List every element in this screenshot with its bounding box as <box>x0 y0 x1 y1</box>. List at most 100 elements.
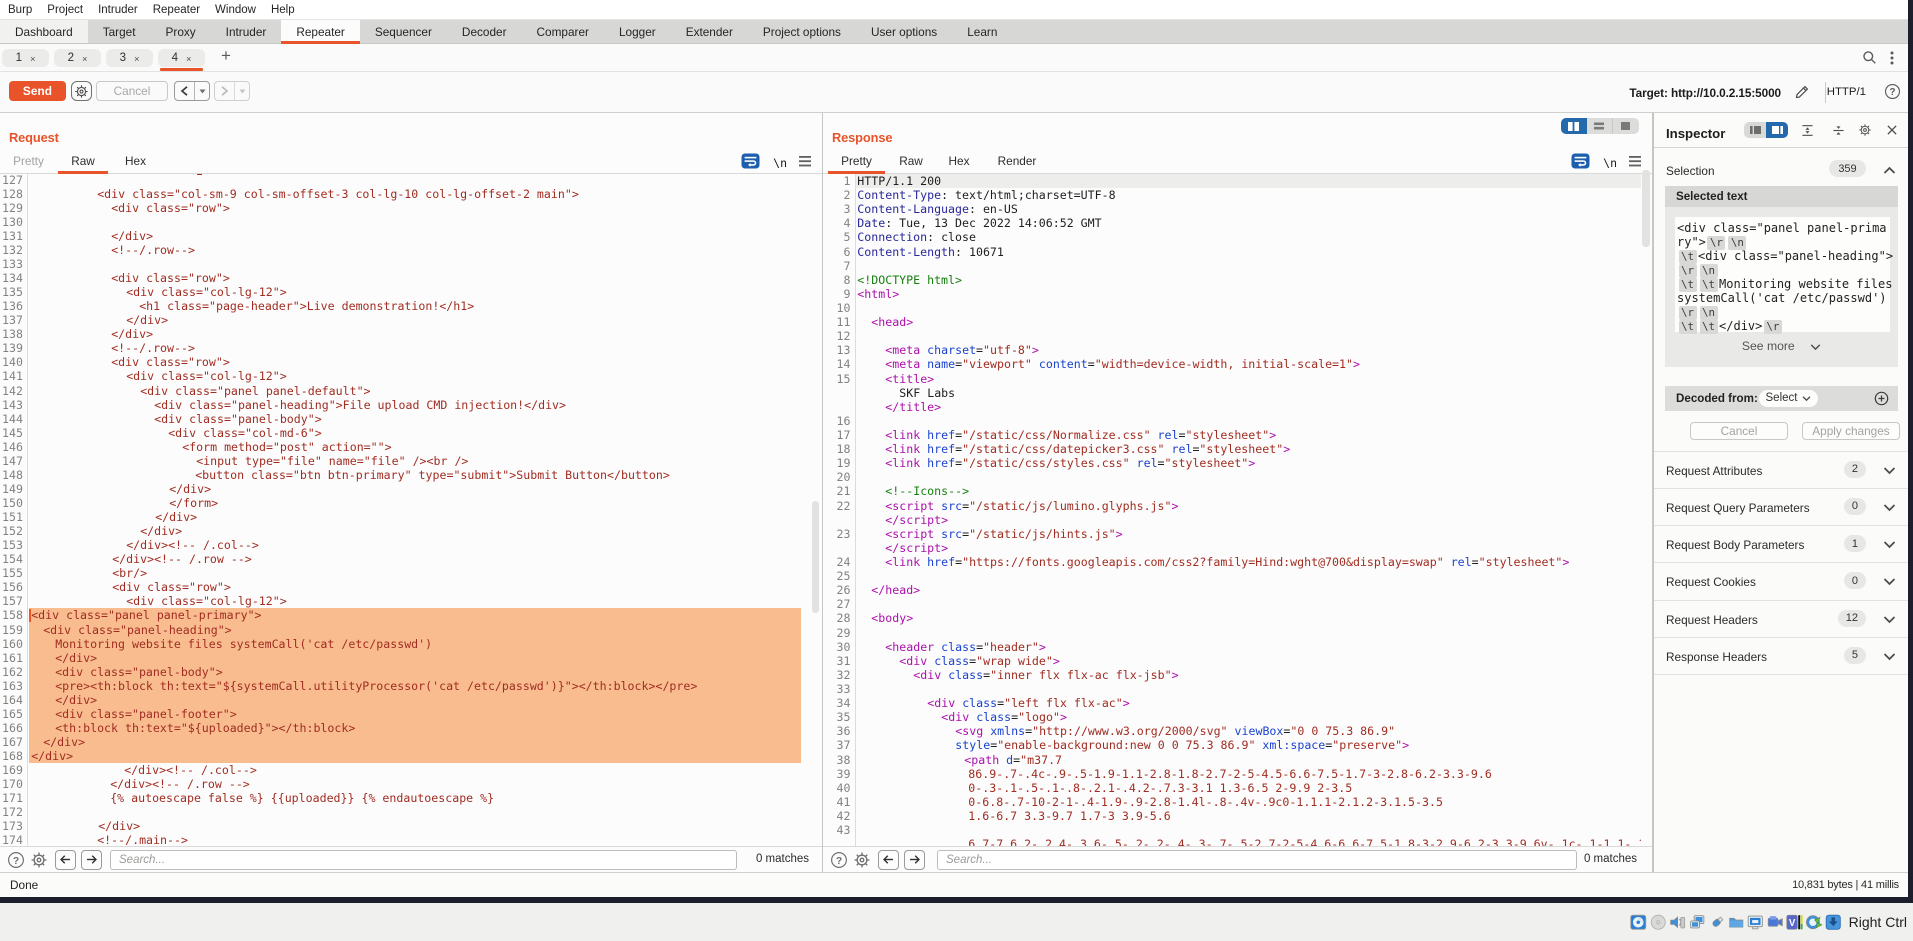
view-tab-hex[interactable]: Hex <box>112 149 159 173</box>
tab-comparer[interactable]: Comparer <box>522 20 604 43</box>
tab-dashboard[interactable]: Dashboard <box>0 20 88 43</box>
request-scrollbar[interactable] <box>812 500 820 614</box>
request-settings-gear-button[interactable] <box>71 81 92 101</box>
search-settings-gear-icon[interactable] <box>853 851 871 869</box>
forward-button[interactable] <box>214 81 250 101</box>
request-menu-icon[interactable] <box>799 156 811 167</box>
close-tab-icon[interactable]: × <box>30 53 35 64</box>
response-editor[interactable]: 1 HTTP/1.1 200 2 Content-Type: text/html;ch… <box>823 173 1641 846</box>
code-text: {% autoescape false %} {{uploaded}} {% e… <box>110 791 495 806</box>
inspector-section-request-query-parameters[interactable]: Request Query Parameters 0 <box>1654 489 1908 527</box>
section-expand-chevron-icon[interactable] <box>1883 577 1896 586</box>
add-tab-button[interactable]: + <box>221 47 231 64</box>
view-tab-render[interactable]: Render <box>985 149 1049 173</box>
layout-columns-button[interactable] <box>1560 118 1587 134</box>
layout-rows-button[interactable] <box>1586 118 1613 134</box>
send-button[interactable]: Send <box>9 81 66 101</box>
inspector-close-icon[interactable] <box>1886 124 1898 136</box>
section-expand-chevron-icon[interactable] <box>1883 466 1896 475</box>
tab-project-options[interactable]: Project options <box>748 20 856 43</box>
view-tab-pretty[interactable]: Pretty <box>4 149 53 173</box>
help-icon[interactable] <box>1884 83 1901 100</box>
decoded-from-select[interactable]: Select <box>1759 389 1818 407</box>
tab-proxy[interactable]: Proxy <box>151 20 211 43</box>
repeater-tab-1[interactable]: 1 × <box>2 49 49 67</box>
see-more-link[interactable]: See more <box>1665 339 1898 353</box>
layout-single-button[interactable] <box>1612 118 1639 134</box>
tab-logger[interactable]: Logger <box>604 20 671 43</box>
inspector-apply-button[interactable]: Apply changes <box>1802 421 1900 440</box>
section-expand-chevron-icon[interactable] <box>1883 615 1896 624</box>
inspector-section-request-body-parameters[interactable]: Request Body Parameters 1 <box>1654 526 1908 564</box>
view-tab-hex[interactable]: Hex <box>936 149 982 173</box>
request-nl-toggle[interactable]: \n <box>773 156 787 170</box>
collapse-all-icon[interactable] <box>1832 124 1845 137</box>
expand-all-icon[interactable] <box>1801 124 1814 137</box>
selected-text-box[interactable]: <div class="panel panel-prima ry"> \r \n \t <… <box>1674 217 1893 334</box>
search-help-icon[interactable] <box>830 851 848 869</box>
menu-item-repeater[interactable]: Repeater <box>146 4 207 16</box>
edit-target-pencil-icon[interactable] <box>1794 83 1811 100</box>
code-text: <!--/.row--> <box>111 341 195 356</box>
tab-user-options[interactable]: User options <box>856 20 952 43</box>
menu-item-intruder[interactable]: Intruder <box>91 4 145 16</box>
section-expand-chevron-icon[interactable] <box>1883 540 1896 549</box>
search-help-icon[interactable] <box>7 851 25 869</box>
search-prev-button[interactable] <box>55 849 76 870</box>
back-button[interactable] <box>174 81 210 101</box>
search-next-button[interactable] <box>81 849 102 870</box>
search-input[interactable]: Search... <box>937 849 1577 870</box>
line-number: 2 <box>843 188 851 203</box>
tab-decoder[interactable]: Decoder <box>447 20 522 43</box>
add-decoder-plus-icon[interactable] <box>1874 391 1889 406</box>
search-input[interactable]: Search... <box>110 849 737 870</box>
inspector-section-response-headers[interactable]: Response Headers 5 <box>1654 638 1908 676</box>
menu-item-burp[interactable]: Burp <box>1 4 39 16</box>
search-prev-button[interactable] <box>878 849 899 870</box>
request-editor[interactable]: 127 128 <div class="col-sm-9 col-sm-offset… <box>0 173 801 846</box>
inspector-cancel-button[interactable]: Cancel <box>1690 421 1788 440</box>
forward-dropdown-arrow[interactable] <box>235 89 249 94</box>
search-settings-gear-icon[interactable] <box>30 851 48 869</box>
inspector-dock-left-button[interactable] <box>1744 122 1766 138</box>
view-tab-raw[interactable]: Raw <box>889 149 933 173</box>
menu-item-window[interactable]: Window <box>208 4 263 16</box>
tab-target[interactable]: Target <box>88 20 151 43</box>
code-line-145: 145 <div class="col-md-6"> <box>0 426 801 440</box>
cancel-button[interactable]: Cancel <box>96 81 168 101</box>
http-version-label[interactable]: HTTP/1 <box>1827 86 1866 98</box>
close-tab-icon[interactable]: × <box>82 53 87 64</box>
response-nl-toggle[interactable]: \n <box>1603 156 1617 170</box>
menu-item-project[interactable]: Project <box>40 4 90 16</box>
close-tab-icon[interactable]: × <box>134 53 139 64</box>
search-next-button[interactable] <box>904 849 925 870</box>
inspector-section-request-attributes[interactable]: Request Attributes 2 <box>1654 452 1908 489</box>
view-tab-raw[interactable]: Raw <box>57 149 109 174</box>
back-dropdown-arrow[interactable] <box>195 89 209 94</box>
response-scrollbar[interactable] <box>1641 169 1650 247</box>
inspector-dock-right-button[interactable] <box>1766 122 1788 138</box>
inspector-section-request-cookies[interactable]: Request Cookies 0 <box>1654 563 1908 601</box>
search-icon[interactable] <box>1862 50 1877 65</box>
section-expand-chevron-icon[interactable] <box>1883 503 1896 512</box>
view-tab-pretty[interactable]: Pretty <box>827 149 886 174</box>
kebab-menu-icon[interactable] <box>1890 51 1894 65</box>
inspector-settings-gear-icon[interactable] <box>1858 123 1872 137</box>
tab-intruder[interactable]: Intruder <box>211 20 282 43</box>
selection-collapse-chevron-icon[interactable] <box>1883 166 1896 175</box>
request-wrap-toggle[interactable] <box>741 153 760 169</box>
tab-sequencer[interactable]: Sequencer <box>360 20 447 43</box>
tab-extender[interactable]: Extender <box>671 20 748 43</box>
selection-section-label[interactable]: Selection <box>1666 164 1715 178</box>
repeater-tab-4[interactable]: 4 × <box>158 49 205 71</box>
menu-item-help[interactable]: Help <box>264 4 302 16</box>
response-wrap-toggle[interactable] <box>1571 153 1590 169</box>
repeater-tab-2[interactable]: 2 × <box>54 49 101 67</box>
section-expand-chevron-icon[interactable] <box>1883 652 1896 661</box>
response-menu-icon[interactable] <box>1629 156 1641 167</box>
repeater-tab-3[interactable]: 3 × <box>106 49 153 67</box>
close-tab-icon[interactable]: × <box>186 53 191 64</box>
tab-learn[interactable]: Learn <box>952 20 1012 43</box>
inspector-section-request-headers[interactable]: Request Headers 12 <box>1654 601 1908 638</box>
tab-repeater[interactable]: Repeater <box>281 20 360 44</box>
